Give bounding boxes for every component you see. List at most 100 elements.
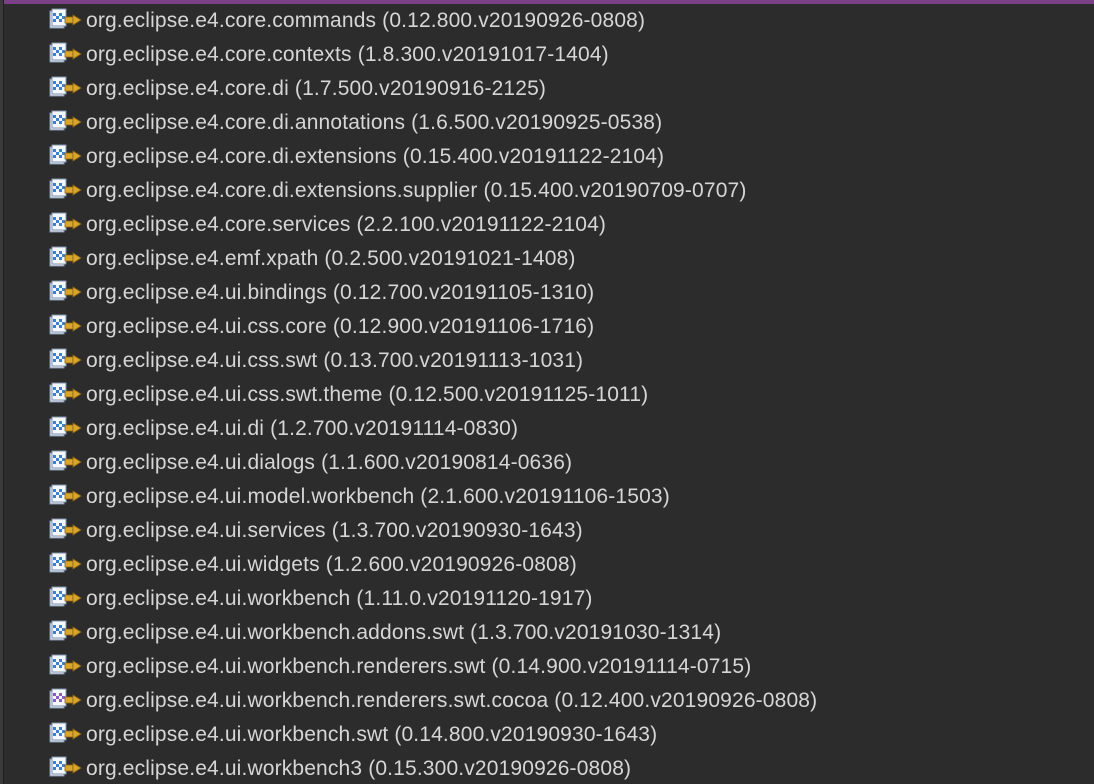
plugin-id: org.eclipse.e4.ui.workbench.renderers.sw…	[86, 654, 486, 678]
plugin-jar-icon	[49, 415, 83, 441]
plugin-label: org.eclipse.e4.ui.model.workbench (2.1.6…	[86, 486, 670, 507]
plugin-jar-icon	[49, 109, 83, 135]
plugin-version: (2.1.600.v20191106-1503)	[420, 484, 670, 508]
plugin-id: org.eclipse.e4.ui.css.swt.theme	[86, 382, 383, 406]
tree-item-plugin[interactable]: org.eclipse.e4.core.di (1.7.500.v2019091…	[0, 71, 1094, 105]
tree-item-plugin[interactable]: org.eclipse.e4.ui.workbench3 (0.15.300.v…	[0, 751, 1094, 784]
plugin-id: org.eclipse.e4.ui.dialogs	[86, 450, 316, 474]
plugin-label: org.eclipse.e4.ui.widgets (1.2.600.v2019…	[86, 554, 577, 575]
plugin-version: (1.2.700.v20191114-0830)	[270, 416, 519, 440]
plugin-label: org.eclipse.e4.core.di.annotations (1.6.…	[86, 112, 662, 133]
plugin-jar-icon	[49, 585, 83, 611]
plugin-label: org.eclipse.e4.ui.css.swt (0.13.700.v201…	[86, 350, 583, 371]
plugin-id: org.eclipse.e4.ui.workbench3	[86, 756, 363, 780]
tree-item-plugin[interactable]: org.eclipse.e4.ui.dialogs (1.1.600.v2019…	[0, 445, 1094, 479]
plugin-version: (0.2.500.v20191021-1408)	[324, 246, 576, 270]
plugin-dependencies-view: org.eclipse.e4.core.commands (0.12.800.v…	[0, 0, 1094, 784]
tree-item-plugin[interactable]: org.eclipse.e4.ui.di (1.2.700.v20191114-…	[0, 411, 1094, 445]
plugin-label: org.eclipse.e4.ui.workbench.addons.swt (…	[86, 622, 721, 643]
tree-item-plugin[interactable]: org.eclipse.e4.ui.workbench.addons.swt (…	[0, 615, 1094, 649]
plugin-version: (1.2.600.v20190926-0808)	[325, 552, 577, 576]
plugin-jar-icon	[49, 75, 83, 101]
plugin-jar-icon	[49, 517, 83, 543]
tree-item-plugin[interactable]: org.eclipse.e4.core.commands (0.12.800.v…	[0, 3, 1094, 37]
tree-item-plugin[interactable]: org.eclipse.e4.core.di.extensions (0.15.…	[0, 139, 1094, 173]
plugin-label: org.eclipse.e4.ui.bindings (0.12.700.v20…	[86, 282, 594, 303]
plugin-id: org.eclipse.e4.core.commands	[86, 8, 377, 32]
plugin-id: org.eclipse.e4.core.di.extensions.suppli…	[86, 178, 478, 202]
tree-item-plugin[interactable]: org.eclipse.e4.ui.css.swt.theme (0.12.50…	[0, 377, 1094, 411]
plugin-label: org.eclipse.e4.core.di.extensions (0.15.…	[86, 146, 664, 167]
tree-item-plugin[interactable]: org.eclipse.e4.ui.bindings (0.12.700.v20…	[0, 275, 1094, 309]
plugin-version: (0.15.300.v20190926-0808)	[368, 756, 632, 780]
plugin-id: org.eclipse.e4.ui.workbench	[86, 586, 351, 610]
plugin-id: org.eclipse.e4.ui.css.swt	[86, 348, 318, 372]
plugin-jar-icon	[49, 177, 83, 203]
plugin-jar-icon	[49, 619, 83, 645]
plugin-label: org.eclipse.e4.ui.services (1.3.700.v201…	[86, 520, 583, 541]
plugin-jar-icon	[49, 347, 83, 373]
plugin-id: org.eclipse.e4.emf.xpath	[86, 246, 319, 270]
plugin-version: (1.11.0.v20191120-1917)	[356, 586, 593, 610]
tree-item-plugin[interactable]: org.eclipse.e4.ui.services (1.3.700.v201…	[0, 513, 1094, 547]
plugin-label: org.eclipse.e4.ui.workbench.swt (0.14.80…	[86, 724, 657, 745]
tree-item-plugin[interactable]: org.eclipse.e4.ui.css.core (0.12.900.v20…	[0, 309, 1094, 343]
tree-item-plugin[interactable]: org.eclipse.e4.ui.workbench.renderers.sw…	[0, 683, 1094, 717]
plugin-version: (1.3.700.v20191030-1314)	[470, 620, 722, 644]
plugin-label: org.eclipse.e4.core.di.extensions.suppli…	[86, 180, 747, 201]
plugin-jar-icon	[49, 7, 83, 33]
plugin-label: org.eclipse.e4.ui.di (1.2.700.v20191114-…	[86, 418, 518, 439]
plugin-version: (0.15.400.v20191122-2104)	[402, 144, 665, 168]
tree-item-plugin[interactable]: org.eclipse.e4.core.contexts (1.8.300.v2…	[0, 37, 1094, 71]
tree-item-plugin[interactable]: org.eclipse.e4.ui.workbench.renderers.sw…	[0, 649, 1094, 683]
plugin-jar-icon	[49, 381, 83, 407]
plugin-id: org.eclipse.e4.ui.workbench.renderers.sw…	[86, 688, 549, 712]
tree-item-plugin[interactable]: org.eclipse.e4.core.services (2.2.100.v2…	[0, 207, 1094, 241]
plugin-id: org.eclipse.e4.ui.bindings	[86, 280, 327, 304]
plugin-version: (0.12.500.v20191125-1011)	[388, 382, 649, 406]
plugin-version: (1.1.600.v20190814-0636)	[321, 450, 573, 474]
plugin-version: (0.12.700.v20191105-1310)	[332, 280, 595, 304]
plugin-version: (0.12.400.v20190926-0808)	[554, 688, 818, 712]
plugin-label: org.eclipse.e4.ui.workbench.renderers.sw…	[86, 690, 817, 711]
plugin-version: (0.15.400.v20190709-0707)	[483, 178, 747, 202]
plugin-jar-icon	[49, 653, 83, 679]
plugin-version: (0.13.700.v20191113-1031)	[323, 348, 584, 372]
tree-item-plugin[interactable]: org.eclipse.e4.emf.xpath (0.2.500.v20191…	[0, 241, 1094, 275]
plugin-id: org.eclipse.e4.core.contexts	[86, 42, 352, 66]
plugin-id: org.eclipse.e4.ui.workbench.swt	[86, 722, 389, 746]
plugin-version: (1.7.500.v20190916-2125)	[294, 76, 547, 100]
plugin-version: (0.12.900.v20191106-1716)	[332, 314, 595, 338]
plugin-label: org.eclipse.e4.emf.xpath (0.2.500.v20191…	[86, 248, 576, 269]
plugin-version: (1.8.300.v20191017-1404)	[357, 42, 609, 66]
plugin-id: org.eclipse.e4.ui.css.core	[86, 314, 327, 338]
plugin-jar-icon	[49, 245, 83, 271]
tree-item-plugin[interactable]: org.eclipse.e4.ui.css.swt (0.13.700.v201…	[0, 343, 1094, 377]
plugin-jar-icon	[49, 279, 83, 305]
fragment-jar-icon	[49, 687, 83, 713]
plugin-id: org.eclipse.e4.ui.di	[86, 416, 265, 440]
plugin-id: org.eclipse.e4.ui.widgets	[86, 552, 320, 576]
tree-item-plugin[interactable]: org.eclipse.e4.core.di.extensions.suppli…	[0, 173, 1094, 207]
plugin-jar-icon	[49, 755, 83, 781]
plugin-version: (0.14.900.v20191114-0715)	[491, 654, 752, 678]
tree-item-plugin[interactable]: org.eclipse.e4.ui.model.workbench (2.1.6…	[0, 479, 1094, 513]
plugin-label: org.eclipse.e4.ui.workbench.renderers.sw…	[86, 656, 751, 677]
plugin-version: (0.12.800.v20190926-0808)	[382, 8, 646, 32]
plugin-id: org.eclipse.e4.core.services	[86, 212, 351, 236]
plugin-label: org.eclipse.e4.core.contexts (1.8.300.v2…	[86, 44, 609, 65]
tree-item-plugin[interactable]: org.eclipse.e4.ui.widgets (1.2.600.v2019…	[0, 547, 1094, 581]
plugin-id: org.eclipse.e4.core.di	[86, 76, 289, 100]
plugin-label: org.eclipse.e4.core.services (2.2.100.v2…	[86, 214, 606, 235]
plugin-label: org.eclipse.e4.ui.workbench3 (0.15.300.v…	[86, 758, 631, 779]
plugin-label: org.eclipse.e4.core.di (1.7.500.v2019091…	[86, 78, 546, 99]
tree-item-plugin[interactable]: org.eclipse.e4.core.di.annotations (1.6.…	[0, 105, 1094, 139]
plugin-version: (0.14.800.v20190930-1643)	[394, 722, 658, 746]
plugin-version: (1.3.700.v20190930-1643)	[331, 518, 583, 542]
plugin-label: org.eclipse.e4.ui.dialogs (1.1.600.v2019…	[86, 452, 572, 473]
tree-item-plugin[interactable]: org.eclipse.e4.ui.workbench.swt (0.14.80…	[0, 717, 1094, 751]
plugin-tree: org.eclipse.e4.core.commands (0.12.800.v…	[0, 3, 1094, 784]
tree-item-plugin[interactable]: org.eclipse.e4.ui.workbench (1.11.0.v201…	[0, 581, 1094, 615]
plugin-version: (2.2.100.v20191122-2104)	[356, 212, 607, 236]
plugin-label: org.eclipse.e4.ui.css.swt.theme (0.12.50…	[86, 384, 648, 405]
